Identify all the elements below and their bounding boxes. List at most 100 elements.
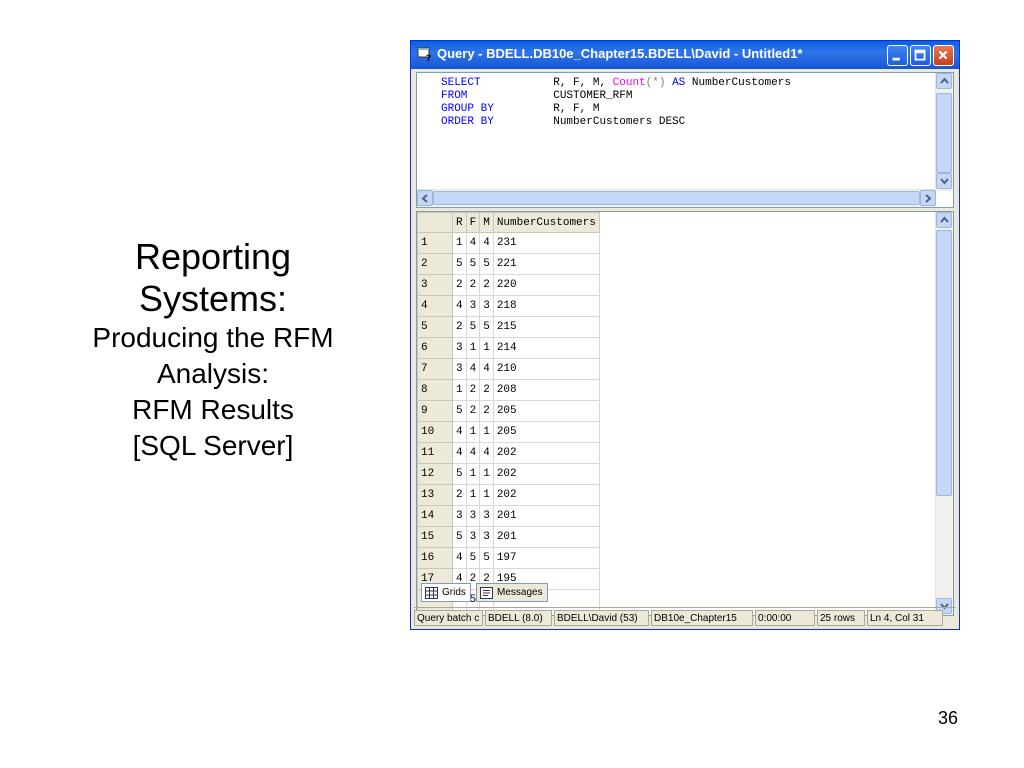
cell-numbercustomers[interactable]: 202: [492, 442, 600, 464]
cell-r[interactable]: 3: [452, 358, 467, 380]
scroll-left-button[interactable]: [417, 190, 433, 206]
cell-f[interactable]: 3: [465, 505, 481, 527]
window-titlebar[interactable]: ? Query - BDELL.DB10e_Chapter15.BDELL\Da…: [411, 41, 959, 69]
cell-f[interactable]: 2: [465, 274, 481, 296]
table-row[interactable]: 12 5 1 1 202: [417, 463, 600, 485]
minimize-button[interactable]: [887, 45, 908, 66]
scroll-thumb[interactable]: [936, 93, 952, 173]
results-grid[interactable]: R F M NumberCustomers 1 1 4 4 231 2 5 5 5 221 3 2 2 2…: [416, 211, 954, 616]
cell-m[interactable]: 4: [479, 358, 494, 380]
cell-m[interactable]: 1: [479, 463, 494, 485]
cell-r[interactable]: 2: [452, 274, 467, 296]
column-header-numbercustomers[interactable]: NumberCustomers: [492, 212, 600, 233]
sql-text[interactable]: SELECT R, F, M, Count(*) AS NumberCustom…: [441, 77, 791, 129]
row-number-cell[interactable]: 15: [417, 526, 453, 548]
cell-r[interactable]: 5: [452, 400, 467, 422]
table-row[interactable]: 16 4 5 5 197: [417, 547, 600, 569]
row-number-cell[interactable]: 12: [417, 463, 453, 485]
cell-r[interactable]: 2: [452, 484, 467, 506]
row-number-cell[interactable]: 9: [417, 400, 453, 422]
sql-editor[interactable]: SELECT R, F, M, Count(*) AS NumberCustom…: [416, 72, 954, 208]
row-number-cell[interactable]: 6: [417, 337, 453, 359]
cell-m[interactable]: 3: [479, 295, 494, 317]
cell-r[interactable]: 4: [452, 421, 467, 443]
cell-numbercustomers[interactable]: 205: [492, 400, 600, 422]
cell-f[interactable]: 1: [465, 463, 481, 485]
table-row[interactable]: 4 4 3 3 218: [417, 295, 600, 317]
table-row[interactable]: 15 5 3 3 201: [417, 526, 600, 548]
cell-f[interactable]: 4: [465, 442, 481, 464]
scroll-right-button[interactable]: [920, 190, 936, 206]
table-row[interactable]: 6 3 1 1 214: [417, 337, 600, 359]
tab-messages[interactable]: Messages: [476, 583, 548, 602]
row-number-cell[interactable]: 3: [417, 274, 453, 296]
row-number-cell[interactable]: 14: [417, 505, 453, 527]
table-row[interactable]: 11 4 4 4 202: [417, 442, 600, 464]
cell-f[interactable]: 5: [465, 253, 481, 275]
cell-m[interactable]: 1: [479, 337, 494, 359]
row-number-cell[interactable]: 2: [417, 253, 453, 275]
row-number-cell[interactable]: 16: [417, 547, 453, 569]
editor-horizontal-scrollbar[interactable]: [417, 189, 936, 207]
cell-numbercustomers[interactable]: 201: [492, 526, 600, 548]
table-row[interactable]: 10 4 1 1 205: [417, 421, 600, 443]
cell-f[interactable]: 3: [465, 526, 481, 548]
row-number-cell[interactable]: 1: [417, 232, 453, 254]
cell-r[interactable]: 5: [452, 463, 467, 485]
cell-f[interactable]: 5: [465, 547, 481, 569]
scroll-down-button[interactable]: [936, 173, 952, 189]
cell-numbercustomers[interactable]: 197: [492, 547, 600, 569]
cell-numbercustomers[interactable]: 215: [492, 316, 600, 338]
cell-m[interactable]: 4: [479, 232, 494, 254]
scroll-thumb[interactable]: [936, 230, 952, 496]
row-number-cell[interactable]: 7: [417, 358, 453, 380]
cell-r[interactable]: 3: [452, 337, 467, 359]
cell-numbercustomers[interactable]: 218: [492, 295, 600, 317]
cell-m[interactable]: 5: [479, 316, 494, 338]
cell-f[interactable]: 2: [465, 400, 481, 422]
table-row[interactable]: 9 5 2 2 205: [417, 400, 600, 422]
cell-m[interactable]: 4: [479, 442, 494, 464]
editor-vertical-scrollbar[interactable]: [935, 73, 953, 191]
row-number-cell[interactable]: 5: [417, 316, 453, 338]
cell-numbercustomers[interactable]: 220: [492, 274, 600, 296]
table-row[interactable]: 14 3 3 3 201: [417, 505, 600, 527]
table-row[interactable]: 13 2 1 1 202: [417, 484, 600, 506]
cell-f[interactable]: 4: [465, 232, 481, 254]
cell-f[interactable]: 1: [465, 337, 481, 359]
cell-f[interactable]: 1: [465, 484, 481, 506]
cell-f[interactable]: 1: [465, 421, 481, 443]
cell-m[interactable]: 5: [479, 253, 494, 275]
cell-f[interactable]: 2: [465, 379, 481, 401]
cell-numbercustomers[interactable]: 221: [492, 253, 600, 275]
cell-m[interactable]: 3: [479, 526, 494, 548]
cell-r[interactable]: 1: [452, 232, 467, 254]
table-row[interactable]: 7 3 4 4 210: [417, 358, 600, 380]
table-row[interactable]: 2 5 5 5 221: [417, 253, 600, 275]
row-number-cell[interactable]: 11: [417, 442, 453, 464]
grid-vertical-scrollbar[interactable]: [935, 212, 953, 615]
row-number-cell[interactable]: 13: [417, 484, 453, 506]
tab-grids[interactable]: Grids: [421, 583, 471, 602]
cell-r[interactable]: 3: [452, 505, 467, 527]
horizontal-scroll-thumb[interactable]: [433, 191, 920, 205]
cell-numbercustomers[interactable]: 202: [492, 484, 600, 506]
column-header-m[interactable]: M: [479, 212, 494, 233]
scroll-up-button[interactable]: [936, 212, 952, 228]
cell-r[interactable]: 1: [452, 379, 467, 401]
cell-r[interactable]: 2: [452, 316, 467, 338]
corner-cell[interactable]: [417, 212, 453, 233]
cell-numbercustomers[interactable]: 231: [492, 232, 600, 254]
cell-m[interactable]: 2: [479, 274, 494, 296]
row-number-cell[interactable]: 4: [417, 295, 453, 317]
cell-numbercustomers[interactable]: 201: [492, 505, 600, 527]
row-number-cell[interactable]: 8: [417, 379, 453, 401]
cell-r[interactable]: 5: [452, 526, 467, 548]
cell-numbercustomers[interactable]: 202: [492, 463, 600, 485]
cell-numbercustomers[interactable]: 208: [492, 379, 600, 401]
cell-r[interactable]: 4: [452, 295, 467, 317]
scroll-up-button[interactable]: [936, 73, 952, 89]
table-row[interactable]: 3 2 2 2 220: [417, 274, 600, 296]
cell-numbercustomers[interactable]: 210: [492, 358, 600, 380]
close-button[interactable]: [933, 45, 954, 66]
